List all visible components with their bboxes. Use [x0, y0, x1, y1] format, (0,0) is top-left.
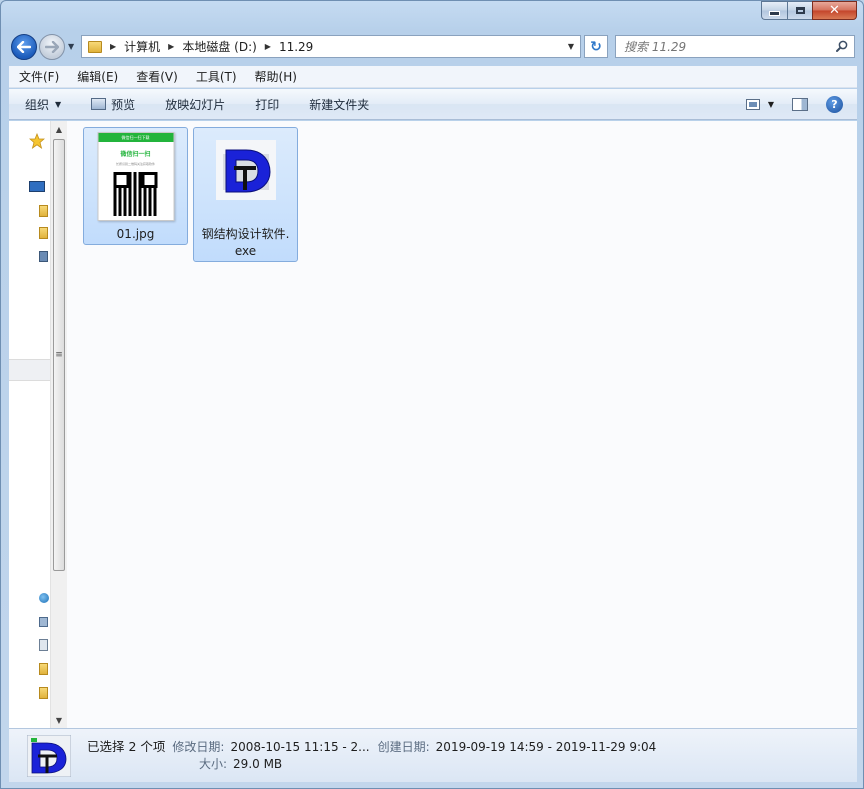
navigation-pane[interactable]: [9, 121, 50, 728]
created-date-value[interactable]: 2019-09-19 14:59 - 2019-11-29 9:04: [436, 740, 657, 754]
breadcrumb-folder[interactable]: 11.29: [279, 40, 313, 54]
modified-date-label: 修改日期:: [172, 740, 225, 754]
desktop-icon[interactable]: [29, 181, 45, 192]
menu-bar: 文件(F) 编辑(E) 查看(V) 工具(T) 帮助(H): [9, 66, 857, 88]
change-view-icon[interactable]: [745, 99, 760, 110]
close-button[interactable]: ✕: [812, 1, 857, 20]
file-name: 01.jpg: [116, 227, 155, 241]
folder-icon: [88, 40, 102, 53]
forward-button[interactable]: [39, 34, 65, 60]
explorer-window: ✕ ▼ ▶ 计算机 ▶ 本地磁盘 (D:) ▶ 11.29 ▼ ↻ 文件(F) …: [0, 0, 864, 789]
file-name-line-2: exe: [234, 244, 257, 258]
command-bar: 组织 ▼ 预览 放映幻灯片 打印 新建文件夹 ▼ ?: [9, 89, 857, 120]
arrow-left-icon: [17, 41, 31, 53]
image-thumbnail: 微信扫一扫下载 微信扫一扫 长按识别二维码关注获取软件: [97, 132, 174, 221]
help-icon[interactable]: ?: [826, 96, 843, 113]
preview-label: 预览: [111, 97, 136, 112]
folder-icon[interactable]: [39, 687, 48, 699]
breadcrumb-computer[interactable]: 计算机: [124, 38, 160, 55]
scroll-up-icon[interactable]: ▲: [51, 121, 67, 137]
application-d-logo-icon: [27, 735, 71, 777]
application-d-logo-icon: [215, 140, 276, 200]
thumbnail-heading: 微信扫一扫: [120, 151, 151, 158]
preview-pane-icon[interactable]: [792, 98, 808, 111]
navigation-bar: ▼ ▶ 计算机 ▶ 本地磁盘 (D:) ▶ 11.29 ▼ ↻: [9, 32, 857, 62]
breadcrumb-separator-icon[interactable]: ▶: [110, 42, 116, 51]
details-line-1: 已选择 2 个项 修改日期: 2008-10-15 11:15 - 2... 创…: [87, 736, 664, 755]
arrow-right-icon: [45, 41, 59, 53]
search-box[interactable]: [615, 35, 855, 58]
scrollbar-thumb[interactable]: ≡: [53, 139, 65, 571]
search-icon[interactable]: [836, 40, 848, 52]
file-item-exe[interactable]: 钢结构设计软件. exe: [193, 127, 298, 262]
recent-pages-dropdown[interactable]: ▼: [68, 42, 74, 51]
print-button[interactable]: 打印: [239, 96, 293, 113]
close-icon: ✕: [829, 3, 840, 18]
breadcrumb-separator-icon[interactable]: ▶: [265, 42, 271, 51]
library-folder-icon[interactable]: [39, 205, 48, 217]
minimize-button[interactable]: [761, 1, 787, 20]
thumbnail-caption: 长按识别二维码关注获取软件: [115, 162, 155, 166]
file-item-jpg[interactable]: 微信扫一扫下载 微信扫一扫 长按识别二维码关注获取软件 01.jpg: [83, 127, 188, 245]
refresh-button[interactable]: ↻: [584, 35, 608, 58]
print-label: 打印: [255, 97, 280, 112]
chevron-down-icon: ▼: [55, 99, 62, 109]
navigation-scrollbar[interactable]: ▲ ≡ ▼: [50, 121, 67, 728]
size-value: 29.0 MB: [233, 757, 283, 771]
menu-view[interactable]: 查看(V): [126, 68, 186, 85]
file-name-line-1: 钢结构设计软件.: [201, 227, 290, 241]
minimize-icon: [769, 11, 780, 16]
details-line-2: 大小: 29.0 MB: [87, 755, 290, 772]
organize-label: 组织: [25, 97, 50, 112]
thumbnail-banner: 微信扫一扫下载: [98, 133, 173, 142]
network-icon[interactable]: [39, 593, 49, 603]
new-folder-label: 新建文件夹: [309, 97, 370, 112]
folder-icon[interactable]: [39, 663, 48, 675]
file-list: 微信扫一扫下载 微信扫一扫 长按识别二维码关注获取软件 01.jpg 钢结构设计…: [67, 121, 857, 728]
menu-help[interactable]: 帮助(H): [245, 68, 305, 85]
maximize-button[interactable]: [787, 1, 812, 20]
back-button[interactable]: [11, 34, 37, 60]
slideshow-label: 放映幻灯片: [165, 97, 226, 112]
size-label: 大小:: [199, 757, 228, 771]
address-dropdown-icon[interactable]: ▼: [568, 42, 574, 51]
created-date-label: 创建日期:: [377, 740, 430, 754]
user-folder-icon[interactable]: [39, 227, 48, 239]
refresh-icon: ↻: [590, 38, 602, 55]
preview-icon: [91, 98, 107, 110]
breadcrumb-drive[interactable]: 本地磁盘 (D:): [182, 38, 256, 55]
view-options-dropdown-icon[interactable]: ▼: [768, 100, 774, 109]
maximize-icon: [795, 7, 805, 14]
modified-date-value[interactable]: 2008-10-15 11:15 - 2...: [230, 740, 369, 754]
favorites-star-icon[interactable]: [29, 133, 45, 149]
selection-count: 已选择 2 个项: [87, 739, 166, 754]
scroll-down-icon[interactable]: ▼: [51, 712, 67, 728]
organize-button[interactable]: 组织 ▼: [9, 96, 75, 113]
search-input[interactable]: [624, 39, 834, 54]
address-bar[interactable]: ▶ 计算机 ▶ 本地磁盘 (D:) ▶ 11.29 ▼: [81, 35, 581, 58]
command-bar-right: ▼ ?: [745, 89, 857, 120]
details-pane: 已选择 2 个项 修改日期: 2008-10-15 11:15 - 2... 创…: [9, 728, 857, 782]
new-folder-button[interactable]: 新建文件夹: [293, 96, 383, 113]
qr-code-icon: [113, 172, 158, 216]
preview-button[interactable]: 预览: [75, 96, 149, 113]
menu-file[interactable]: 文件(F): [9, 68, 67, 85]
recycle-bin-icon[interactable]: [39, 639, 48, 651]
content-area: ▲ ≡ ▼ 微信扫一扫下载 微信扫一扫 长按识别二维码关注获取软件 01.jpg: [9, 121, 857, 728]
menu-edit[interactable]: 编辑(E): [67, 68, 126, 85]
breadcrumb-separator-icon[interactable]: ▶: [168, 42, 174, 51]
caption-buttons: ✕: [761, 1, 857, 20]
computer-icon[interactable]: [39, 251, 48, 262]
slideshow-button[interactable]: 放映幻灯片: [149, 96, 239, 113]
menu-tools[interactable]: 工具(T): [186, 68, 245, 85]
control-panel-icon[interactable]: [39, 617, 48, 627]
